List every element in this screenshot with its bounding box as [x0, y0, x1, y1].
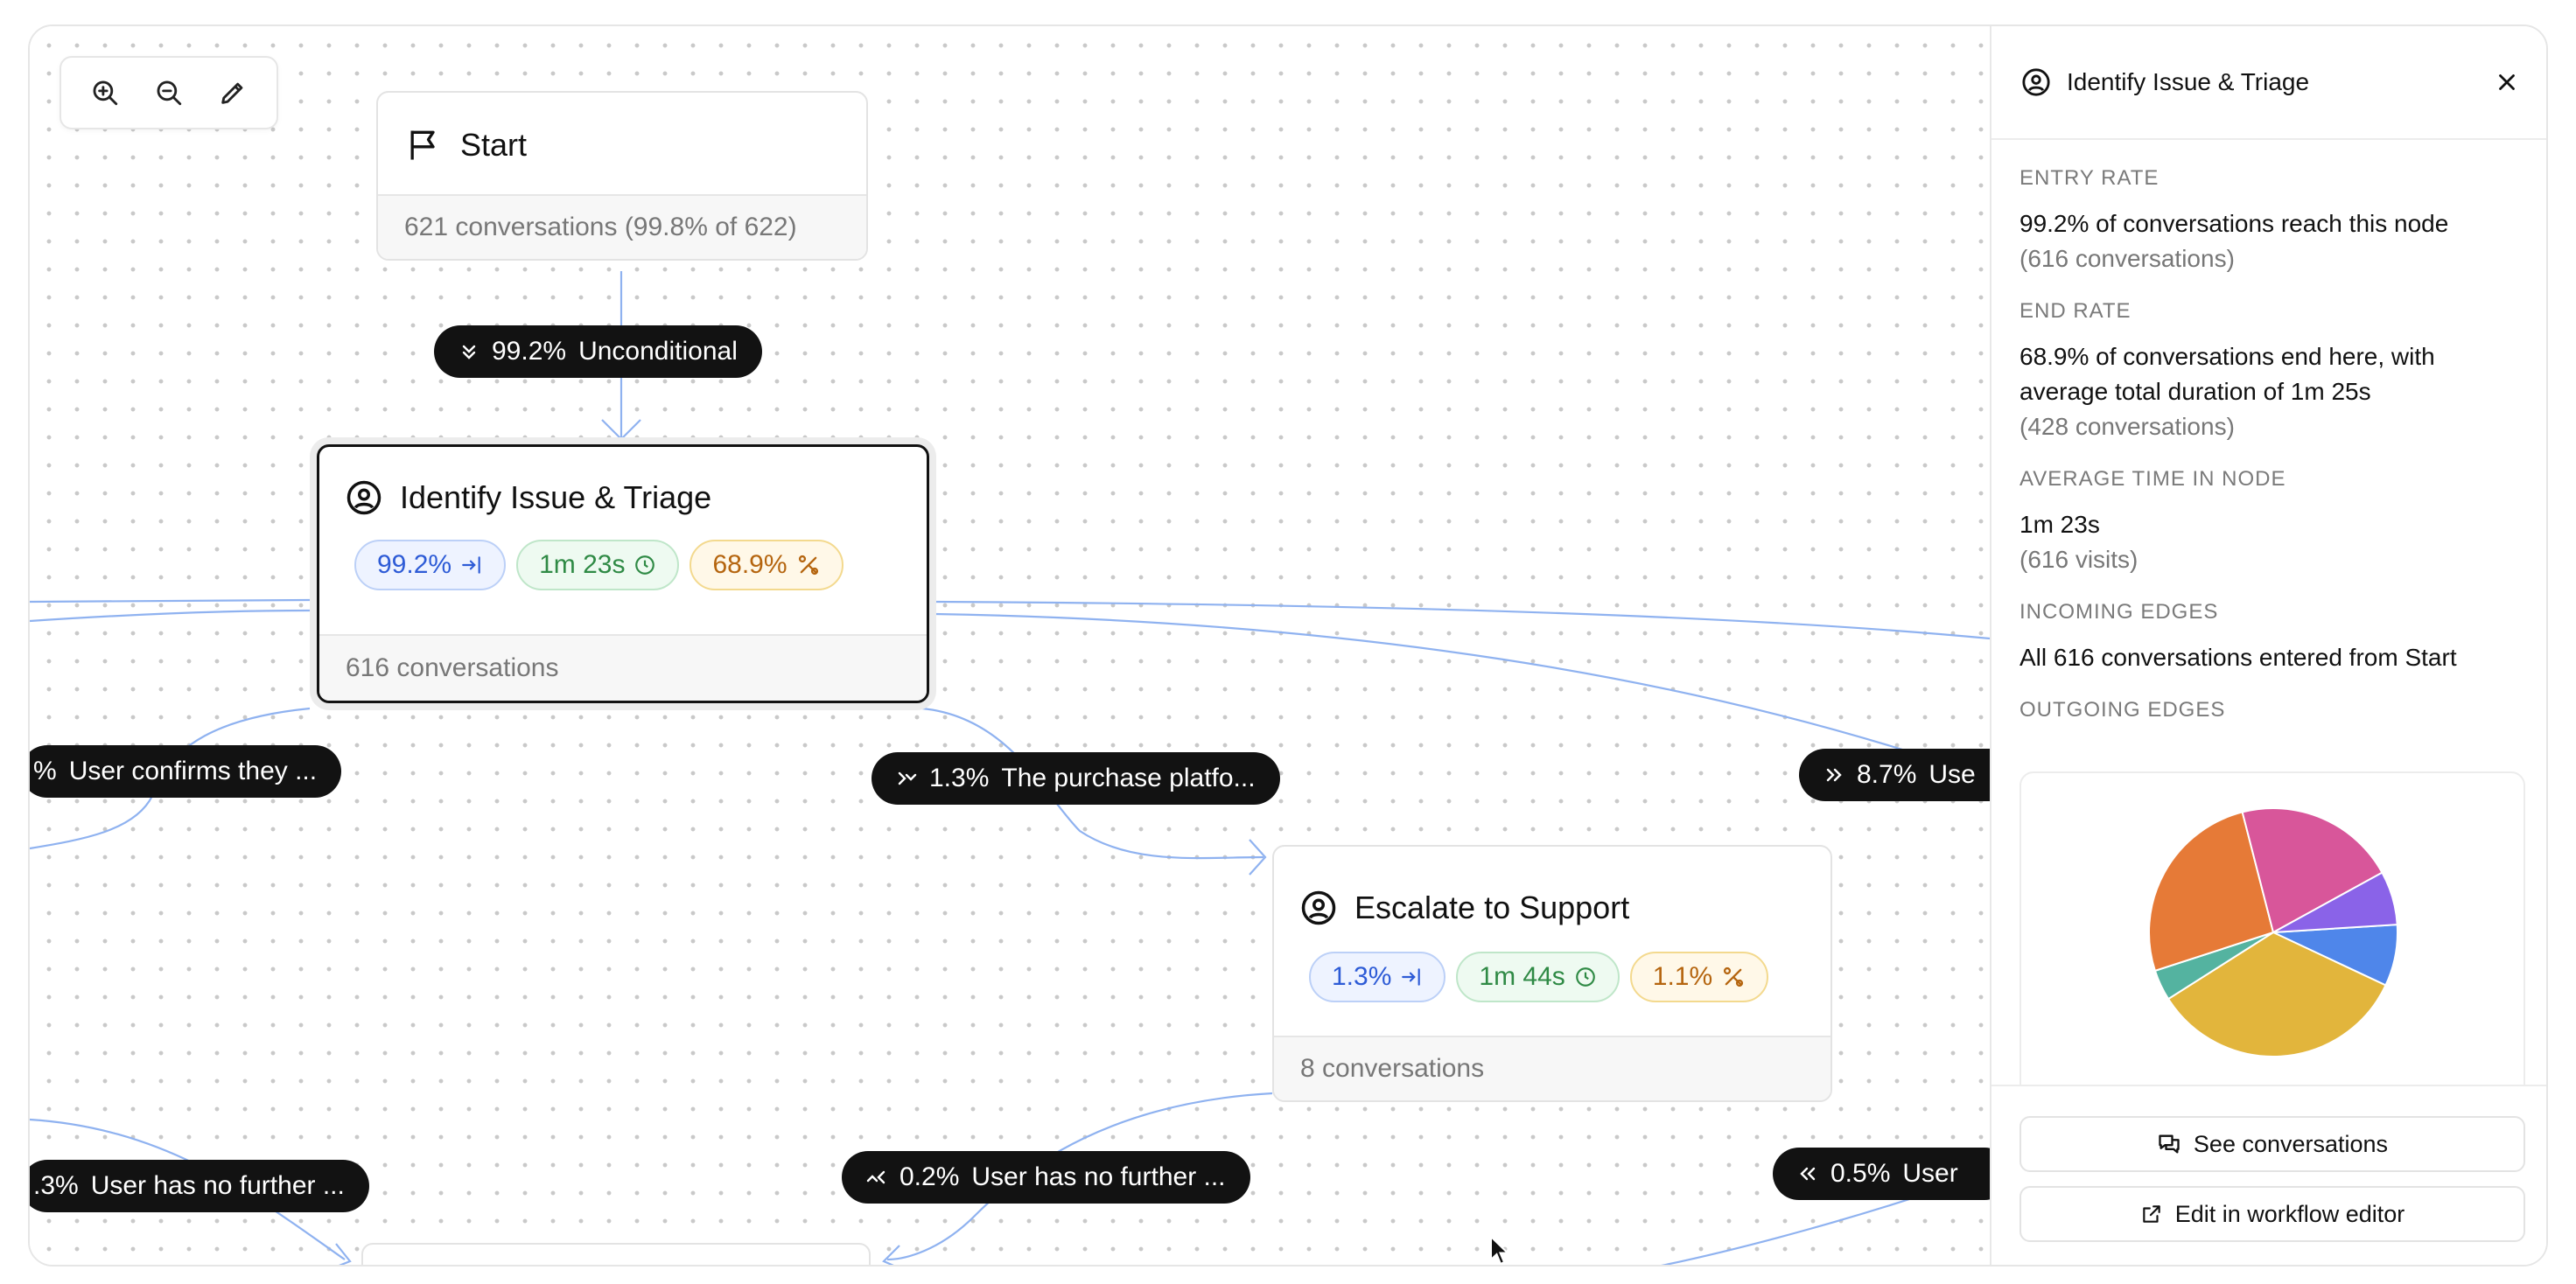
edge-pill-user-right[interactable]: 8.7% Use [1799, 749, 1990, 801]
node-details-panel: Identify Issue & Triage ENTRY RATE 99.2%… [1990, 26, 2546, 1265]
flow-canvas[interactable]: Start 621 conversations (99.8% of 622) I… [30, 26, 1990, 1265]
incoming-source-link[interactable]: Start [2404, 644, 2456, 671]
edge-left-upper [30, 598, 311, 604]
panel-title: Identify Issue & Triage [2067, 68, 2310, 95]
node-start[interactable]: Start 621 conversations (99.8% of 622) [376, 91, 868, 261]
edge-left-lower [30, 609, 311, 623]
node-escalate-footer: 8 conversations [1274, 1036, 1830, 1100]
mouse-cursor-icon [1490, 1235, 1510, 1265]
chevrons-down-icon [462, 345, 476, 359]
end-rate-badge: 1.1% [1629, 952, 1769, 1002]
zoom-out-icon [157, 80, 182, 106]
edge-pill-purchase-platform[interactable]: 1.3% The purchase platfo... [872, 752, 1280, 805]
agent-face-icon [1301, 890, 1336, 925]
panel-body: ENTRY RATE 99.2% of conversations reach … [2020, 166, 2522, 745]
node-start-footer: 621 conversations (99.8% of 622) [378, 194, 866, 259]
branch-left-icon [866, 1170, 886, 1184]
flag-icon [410, 130, 435, 160]
bottom-node-left-stub [361, 1243, 871, 1265]
arrowhead-bottom-left [335, 1243, 352, 1265]
see-conversations-button[interactable]: See conversations [2020, 1116, 2525, 1172]
entry-rate-badge: 1.3% [1309, 952, 1446, 1002]
percent-exit-icon [798, 555, 818, 576]
flow-analytics-window: Start 621 conversations (99.8% of 622) I… [28, 24, 2548, 1267]
avg-time-section: AVERAGE TIME IN NODE 1m 23s (616 visits) [2020, 467, 2286, 573]
pencil-icon [220, 82, 242, 104]
entry-icon [462, 556, 480, 574]
chat-bubbles-icon [2159, 1134, 2180, 1154]
node-identify-title: Identify Issue & Triage [400, 479, 712, 515]
agent-face-icon [2022, 68, 2050, 96]
arrowhead-bottom-mid [882, 1245, 900, 1265]
end-rate-section: END RATE 68.9% of conversations end here… [2020, 299, 2435, 440]
external-link-icon [2142, 1205, 2160, 1223]
zoom-in-icon [93, 80, 118, 106]
node-escalate-title: Escalate to Support [1354, 890, 1630, 925]
incoming-edges-section: INCOMING EDGES All 616 conversations ent… [2020, 600, 2457, 671]
chevrons-right-icon [1826, 768, 1842, 782]
end-rate-badge: 68.9% [690, 540, 844, 590]
node-escalate-support[interactable]: Escalate to Support 1.3% 1m 44s 1.1% 8 c… [1272, 845, 1832, 1102]
entry-rate-section: ENTRY RATE 99.2% of conversations reach … [2020, 166, 2449, 272]
edit-in-workflow-editor-button[interactable]: Edit in workflow editor [2020, 1186, 2525, 1242]
edge-pill-user-bottom-right[interactable]: 0.5% User [1773, 1148, 1990, 1200]
percent-exit-icon [1724, 966, 1744, 987]
chevrons-left-icon [1800, 1167, 1816, 1181]
entry-rate-badge: 99.2% [354, 540, 507, 590]
zoom-in-button[interactable] [80, 68, 130, 117]
edge-pill-no-further-left[interactable]: .3% User has no further ... [30, 1160, 369, 1212]
edge-pill-unconditional[interactable]: 99.2% Unconditional [434, 325, 762, 378]
edge-pill-user-confirms[interactable]: % User confirms they ... [30, 745, 342, 798]
node-start-title: Start [460, 127, 528, 163]
close-icon[interactable] [2494, 69, 2520, 95]
node-identify-footer: 616 conversations [319, 634, 927, 701]
edge-pill-no-further-mid[interactable]: 0.2% User has no further ... [842, 1151, 1250, 1204]
entry-icon [1402, 968, 1421, 986]
outgoing-edges-section: OUTGOING EDGES [2020, 698, 2226, 722]
panel-header: Identify Issue & Triage [1992, 26, 2546, 140]
canvas-toolbar [60, 56, 278, 129]
avg-time-badge: 1m 23s [516, 540, 680, 590]
avg-time-badge: 1m 44s [1456, 952, 1620, 1002]
clock-icon [1575, 967, 1595, 987]
agent-face-icon [346, 480, 382, 515]
branch-right-icon [898, 771, 917, 785]
zoom-out-button[interactable] [144, 68, 193, 117]
node-identify-issue[interactable]: Identify Issue & Triage 99.2% 1m 23s 68.… [317, 444, 929, 703]
outgoing-edges-pie-card [2020, 771, 2525, 1139]
edit-button[interactable] [208, 68, 257, 117]
panel-footer: See conversations Edit in workflow edito… [1992, 1085, 2546, 1265]
clock-icon [635, 555, 655, 575]
